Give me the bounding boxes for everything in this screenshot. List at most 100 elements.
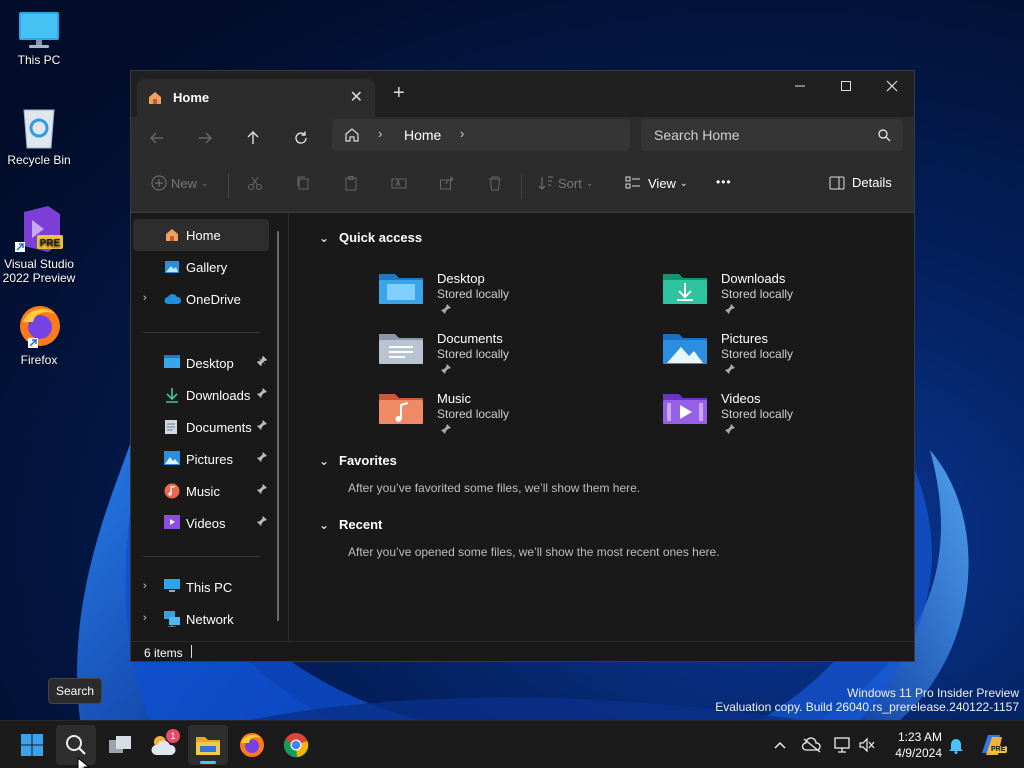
quick-access-item-downloads[interactable]: Downloads Stored locally [663, 270, 883, 326]
more-icon: ••• [716, 175, 732, 189]
pin-icon [725, 424, 735, 434]
quick-access-item-music[interactable]: Music Stored locally [379, 390, 599, 446]
desktop-icon-this-pc[interactable]: This PC [0, 10, 78, 67]
new-button[interactable]: New ⌄ [151, 175, 209, 191]
monitor-icon [19, 12, 59, 48]
maximize-icon [841, 81, 851, 91]
sort-button[interactable]: Sort ⌄ [538, 175, 593, 191]
tab-title: Home [173, 90, 210, 105]
pin-icon [257, 452, 267, 462]
search-box[interactable]: Search Home [641, 119, 903, 151]
section-recent[interactable]: ⌄ Recent [319, 517, 382, 532]
videos-icon [164, 515, 180, 529]
share-button[interactable] [439, 175, 455, 191]
new-tab-button[interactable]: + [393, 83, 405, 103]
chevron-down-icon: ⌄ [319, 453, 330, 468]
sidebar-scrollbar[interactable] [277, 231, 279, 621]
chevron-down-icon: ⌄ [319, 517, 330, 532]
system-clock[interactable]: 1:23 AM 4/9/2024 [880, 729, 942, 761]
network-ethernet-icon[interactable] [834, 737, 852, 753]
desktop-icon-firefox[interactable]: Firefox [0, 302, 78, 367]
sidebar-item-this-pc[interactable]: › This PC [133, 571, 269, 603]
search-tooltip: Search [48, 678, 102, 704]
quick-access-item-videos[interactable]: Videos Stored locally [663, 390, 883, 446]
details-pane-button[interactable]: Details [829, 175, 892, 190]
close-tab-icon[interactable]: ✕ [350, 87, 363, 107]
delete-button[interactable] [487, 175, 503, 191]
sidebar-item-pictures[interactable]: Pictures [133, 443, 269, 475]
task-view-button[interactable] [100, 725, 140, 765]
plus-circle-icon [151, 175, 167, 191]
volume-muted-icon[interactable] [858, 737, 876, 753]
sidebar-item-music[interactable]: Music [133, 475, 269, 507]
pin-icon [441, 304, 451, 314]
rename-button[interactable] [391, 175, 407, 191]
view-button[interactable]: View ⌄ [625, 175, 688, 191]
item-name: Documents [437, 331, 503, 346]
sidebar-item-downloads[interactable]: Downloads [133, 379, 269, 411]
chevron-down-icon: ⌄ [679, 177, 688, 188]
forward-button[interactable] [191, 126, 219, 150]
sidebar-item-label: Gallery [186, 260, 228, 275]
minimize-icon [795, 85, 805, 87]
quick-access-item-pictures[interactable]: Pictures Stored locally [663, 330, 883, 386]
desktop-icon-recycle-bin[interactable]: Recycle Bin [0, 106, 78, 167]
toolbar-separator [521, 173, 522, 199]
paste-button[interactable] [343, 175, 359, 191]
address-bar[interactable]: › Home › [332, 119, 630, 151]
copilot-preview-button[interactable]: PRE [978, 731, 1008, 759]
pin-icon [257, 420, 267, 430]
close-window-button[interactable] [869, 71, 914, 101]
search-input[interactable]: Search Home [654, 127, 740, 143]
chevron-right-icon[interactable]: › [143, 612, 147, 624]
widgets-button[interactable]: 1 [144, 725, 184, 765]
favorites-empty-message: After you’ve favorited some files, we’ll… [348, 481, 641, 495]
breadcrumb-home[interactable]: Home [404, 127, 441, 143]
sidebar-item-documents[interactable]: Documents [133, 411, 269, 443]
sidebar-item-network[interactable]: › Network [133, 603, 269, 635]
chevron-right-icon[interactable]: › [143, 292, 147, 304]
maximize-button[interactable] [823, 71, 869, 101]
taskbar-search-button[interactable] [56, 725, 96, 765]
taskbar-file-explorer[interactable] [188, 725, 228, 765]
navigation-pane: Home Gallery › OneDrive Desktop Download… [131, 213, 289, 641]
clipboard-icon [345, 176, 357, 191]
sidebar-item-videos[interactable]: Videos [133, 507, 269, 539]
item-name: Downloads [721, 271, 786, 286]
section-favorites[interactable]: ⌄ Favorites [319, 453, 397, 468]
refresh-button[interactable] [287, 126, 315, 150]
sidebar-item-desktop[interactable]: Desktop [133, 347, 269, 379]
sidebar-item-label: Pictures [186, 452, 233, 467]
up-button[interactable] [239, 126, 267, 150]
item-name: Videos [721, 391, 761, 406]
back-button[interactable] [143, 126, 171, 150]
cut-button[interactable] [247, 175, 263, 191]
minimize-button[interactable] [777, 71, 823, 101]
sidebar-item-label: Downloads [186, 388, 251, 403]
sidebar-item-gallery[interactable]: Gallery [133, 251, 269, 283]
recent-empty-message: After you’ve opened some files, we’ll sh… [348, 545, 720, 559]
section-quick-access[interactable]: ⌄ Quick access [319, 230, 422, 245]
taskbar-firefox[interactable] [232, 725, 272, 765]
pin-icon [256, 355, 268, 367]
status-bar: 6 items [131, 641, 914, 661]
desktop-folder-icon [164, 355, 180, 368]
start-button[interactable] [12, 725, 52, 765]
tab-home[interactable]: Home ✕ [137, 79, 375, 117]
sidebar-item-onedrive[interactable]: › OneDrive [133, 283, 269, 315]
more-options-button[interactable]: ••• [716, 175, 732, 189]
taskbar-chrome[interactable] [276, 725, 316, 765]
music-icon [164, 483, 180, 499]
notification-bell-icon[interactable] [948, 736, 964, 754]
sidebar-item-home[interactable]: Home [133, 219, 269, 251]
copy-button[interactable] [295, 175, 311, 191]
chevron-up-icon[interactable] [773, 738, 787, 752]
desktop-icon-label: Visual Studio 2022 Preview [2, 257, 76, 285]
item-status: Stored locally [437, 407, 510, 421]
desktop-icon-visual-studio[interactable]: PRE Visual Studio 2022 Preview [0, 204, 78, 285]
chevron-right-icon[interactable]: › [143, 580, 147, 592]
onedrive-offline-icon[interactable] [802, 737, 822, 753]
quick-access-item-documents[interactable]: Documents Stored locally [379, 330, 599, 386]
quick-access-item-desktop[interactable]: Desktop Stored locally [379, 270, 599, 326]
widgets-badge: 1 [166, 729, 180, 743]
